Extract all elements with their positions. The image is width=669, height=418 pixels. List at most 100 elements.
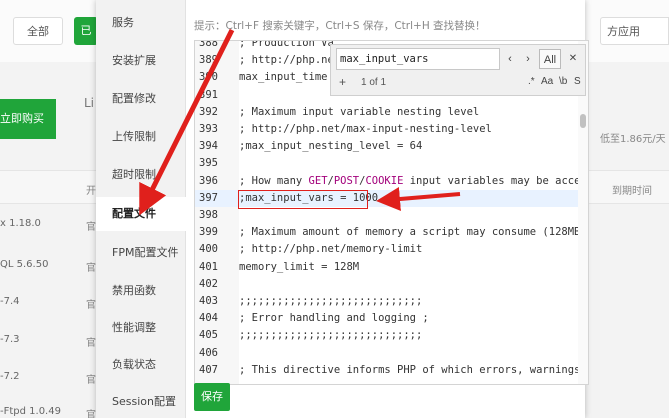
- line-number: 396: [199, 174, 218, 187]
- code-text: ; Maximum amount of memory a script may …: [239, 226, 587, 239]
- find-expand-button[interactable]: +: [339, 75, 346, 89]
- php-settings-modal: 服务安装扩展配置修改上传限制超时限制配置文件 FPM配置文件 禁用函数 性能调整 负载状…: [96, 0, 589, 418]
- code-line: 392 ; Maximum input variable nesting leve…: [195, 104, 588, 121]
- code-line: 399 ; Maximum amount of memory a script m…: [195, 224, 588, 241]
- code-text: max_input_time: [239, 71, 328, 84]
- code-text: ; http://php.net/memory-limit: [239, 243, 423, 256]
- code-text: ; Production Va: [239, 40, 334, 49]
- line-number: 394: [199, 140, 218, 153]
- bg-row-name: -7.4: [0, 296, 20, 307]
- code-text: ;;;;;;;;;;;;;;;;;;;;;;;;;;;;;: [239, 329, 423, 342]
- code-keyword: GET: [308, 174, 328, 187]
- line-number: 398: [199, 209, 218, 221]
- line-number: 402: [199, 277, 218, 290]
- code-line: 403;;;;;;;;;;;;;;;;;;;;;;;;;;;;;: [195, 293, 588, 310]
- bg-row-col: 官: [86, 222, 96, 233]
- code-line: 401 memory_limit = 128M: [195, 259, 588, 276]
- find-all-button[interactable]: All: [539, 49, 561, 69]
- line-number: 392: [199, 105, 218, 118]
- bg-green-button[interactable]: 已: [74, 17, 98, 45]
- save-button[interactable]: 保存: [194, 383, 230, 411]
- bg-row-col: 官: [86, 338, 96, 349]
- bg-filter-all-button[interactable]: 全部: [13, 17, 63, 45]
- bg-row-name: x 1.18.0: [0, 218, 41, 229]
- line-number: 399: [199, 226, 218, 239]
- code-line: 406: [195, 345, 588, 362]
- bg-row-col: 官: [86, 410, 96, 418]
- code-text: ;max_input_nesting_level = 64: [239, 140, 423, 153]
- line-number: 404: [199, 312, 218, 325]
- sidebar-item-6[interactable]: FPM配置文件: [96, 236, 186, 270]
- bg-row-name: -7.3: [0, 334, 20, 345]
- editor-hint: 提示：Ctrl+F 搜索关键字，Ctrl+S 保存，Ctrl+H 查找替换！: [194, 20, 486, 32]
- code-line: 402: [195, 276, 588, 293]
- line-number: 391: [199, 88, 218, 101]
- editor-scrollbar-thumb[interactable]: [580, 114, 586, 128]
- sidebar-item-1[interactable]: 安装扩展: [96, 44, 186, 78]
- line-number: 400: [199, 243, 218, 256]
- bg-third-party-button[interactable]: 方应用: [600, 17, 669, 45]
- find-word-toggle[interactable]: \b: [559, 76, 567, 87]
- code-text: ;;;;;;;;;;;;;;;;;;;;;;;;;;;;;: [239, 295, 423, 307]
- sidebar-item-0[interactable]: 服务: [96, 6, 186, 40]
- code-keyword: POST: [333, 174, 360, 187]
- bg-price-label: 低至1.86元/天: [600, 134, 666, 145]
- sidebar-item-7[interactable]: 禁用函数: [96, 274, 186, 308]
- find-panel: max_input_vars ‹ › All ✕ + 1 of 1 .* Aa …: [330, 44, 586, 96]
- line-number: 397: [199, 191, 218, 204]
- code-line: 394 ;max_input_nesting_level = 64: [195, 138, 588, 155]
- code-line: 407 ; This directive informs PHP of which…: [195, 362, 589, 379]
- sidebar-item-8[interactable]: 性能调整: [96, 311, 186, 345]
- sidebar-item-10[interactable]: Session配置: [96, 385, 186, 418]
- bg-col-header-right: 到期时间: [612, 186, 652, 197]
- sidebar-item-3[interactable]: 上传限制: [96, 120, 186, 154]
- bg-row-name: -7.2: [0, 371, 20, 382]
- sidebar-item-2[interactable]: 配置修改: [96, 82, 186, 116]
- find-regex-toggle[interactable]: .*: [528, 76, 535, 87]
- find-input[interactable]: max_input_vars: [336, 48, 500, 70]
- code-line: 400 ; http://php.net/memory-limit: [195, 241, 588, 258]
- code-text: memory_limit = 128M: [239, 260, 360, 273]
- code-text: ; Maximum input variable nesting level: [239, 105, 480, 118]
- code-line: 405;;;;;;;;;;;;;;;;;;;;;;;;;;;;;: [195, 327, 588, 344]
- line-number: 388: [199, 40, 218, 49]
- code-line: 398: [195, 207, 588, 224]
- line-number: 401: [199, 260, 218, 273]
- find-case-toggle[interactable]: Aa: [541, 76, 553, 87]
- find-result-count: 1 of 1: [361, 77, 387, 88]
- bg-buy-button[interactable]: 立即购买: [0, 99, 56, 139]
- line-number: 405: [199, 329, 218, 342]
- sidebar-item-5[interactable]: 配置文件: [96, 197, 187, 231]
- bg-row-name: -Ftpd 1.0.49: [0, 406, 61, 417]
- code-keyword: COOKIE: [365, 174, 404, 187]
- code-line: 393 ; http://php.net/max-input-nesting-le…: [195, 121, 588, 138]
- code-text: ; Error handling and logging ;: [239, 312, 429, 325]
- settings-sidebar: 服务安装扩展配置修改上传限制超时限制配置文件 FPM配置文件 禁用函数 性能调整 负载状…: [96, 0, 187, 418]
- highlight-box-max-input-vars: [238, 190, 368, 209]
- find-close-icon[interactable]: ✕: [565, 49, 581, 69]
- bg-li-label: Li: [84, 96, 95, 110]
- line-number: 393: [199, 123, 218, 135]
- bg-row-col: 官: [86, 375, 96, 386]
- code-text: ; How many: [239, 174, 309, 187]
- code-text: ; http://php.ne: [239, 54, 334, 67]
- find-prev-button[interactable]: ‹: [503, 49, 517, 69]
- sidebar-item-4[interactable]: 超时限制: [96, 158, 186, 192]
- bg-row-col: 官: [86, 263, 96, 274]
- code-line: 396; How many GET/POST/COOKIE input vari…: [195, 173, 589, 190]
- bg-row-col: 官: [86, 300, 96, 311]
- bg-col-header-left: 开: [86, 186, 96, 197]
- line-number: 390: [199, 71, 218, 84]
- code-text: ; This directive informs PHP of which er…: [239, 363, 589, 376]
- find-next-button[interactable]: ›: [521, 49, 535, 69]
- line-number: 407: [199, 363, 218, 376]
- line-number: 389: [199, 54, 218, 67]
- line-number: 406: [199, 346, 218, 359]
- line-number: 395: [199, 157, 218, 170]
- bg-row-name: QL 5.6.50: [0, 259, 49, 270]
- code-text: input variables may be accepted: [403, 174, 589, 187]
- find-selection-toggle[interactable]: S: [574, 76, 581, 87]
- code-text: ; http://php.net/max-input-nesting-level: [239, 123, 492, 135]
- sidebar-item-9[interactable]: 负载状态: [96, 348, 186, 382]
- code-line: 404 ; Error handling and logging ;: [195, 310, 588, 327]
